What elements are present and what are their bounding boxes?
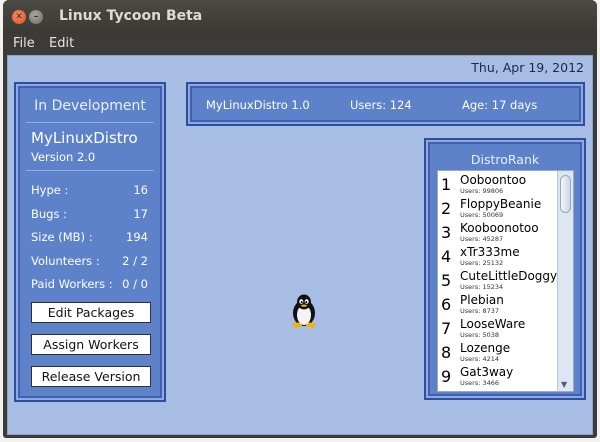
- list-item[interactable]: 2 FloppyBeanie Users: 50069: [438, 197, 556, 221]
- release-age: Age: 17 days: [462, 98, 538, 112]
- stat-value-volunteers: 2 / 2: [122, 254, 148, 268]
- development-heading: In Development: [34, 98, 146, 114]
- current-date: Thu, Apr 19, 2012: [471, 60, 584, 75]
- rank-number: 9: [441, 367, 452, 386]
- rank-users: Users: 3466: [460, 379, 499, 387]
- distro-rank-title: DistroRank: [470, 152, 540, 167]
- distro-rank-panel: DistroRank 1 Ooboontoo Users: 99806 2 Fl…: [424, 138, 586, 400]
- rank-number: 5: [441, 271, 452, 290]
- rank-distro-name: FloppyBeanie: [460, 197, 542, 211]
- stat-value-size: 194: [126, 230, 148, 244]
- divider: [26, 170, 154, 171]
- rank-number: 2: [441, 199, 452, 218]
- stat-value-paid-workers: 0 / 0: [122, 277, 148, 291]
- scroll-down-icon[interactable]: ▼: [561, 380, 567, 389]
- rank-users: Users: 5038: [460, 331, 499, 339]
- released-version: MyLinuxDistro 1.0: [206, 98, 310, 112]
- app-window: ✕ – Linux Tycoon Beta File Edit Thu, Apr…: [3, 0, 597, 438]
- release-status-panel: MyLinuxDistro 1.0 Users: 124 Age: 17 day…: [186, 82, 585, 126]
- stat-label-bugs: Bugs :: [31, 207, 67, 221]
- list-item[interactable]: 5 CuteLittleDoggy Users: 15234: [438, 269, 558, 293]
- list-item[interactable]: 6 Plebian Users: 8737: [438, 293, 556, 317]
- rank-users: Users: 99806: [460, 187, 504, 195]
- rank-distro-name: CuteLittleDoggy: [460, 269, 558, 283]
- list-item[interactable]: 8 Lozenge Users: 4214: [438, 341, 556, 365]
- rank-users: Users: 45287: [460, 235, 504, 243]
- release-version-button[interactable]: Release Version: [31, 366, 151, 387]
- rank-number: 6: [441, 295, 452, 314]
- rank-users: Users: 50069: [460, 211, 504, 219]
- assign-workers-button[interactable]: Assign Workers: [31, 334, 151, 355]
- rank-list-scrollbar[interactable]: ▼: [557, 171, 573, 391]
- menu-edit[interactable]: Edit: [49, 36, 74, 51]
- rank-users: Users: 25132: [460, 259, 504, 267]
- title-bar[interactable]: ✕ – Linux Tycoon Beta: [3, 0, 597, 33]
- list-item[interactable]: 3 Kooboonotoo Users: 45287: [438, 221, 556, 245]
- development-panel: In Development MyLinuxDistro Version 2.0…: [14, 82, 166, 402]
- list-item[interactable]: 7 LooseWare Users: 5038: [438, 317, 556, 341]
- stat-label-size: Size (MB) :: [31, 230, 93, 244]
- rank-number: 3: [441, 223, 452, 242]
- rank-distro-name: Ooboontoo: [460, 173, 527, 187]
- user-count: Users: 124: [350, 98, 412, 112]
- rank-distro-name: Gat3way: [460, 365, 514, 379]
- minimize-icon[interactable]: –: [29, 10, 43, 24]
- list-item[interactable]: 9 Gat3way Users: 3466: [438, 365, 556, 389]
- stat-value-hype: 16: [133, 183, 148, 197]
- rank-distro-name: LooseWare: [460, 317, 526, 331]
- rank-distro-name: Kooboonotoo: [460, 221, 539, 235]
- rank-distro-name: Lozenge: [460, 341, 511, 355]
- stat-value-bugs: 17: [133, 207, 148, 221]
- divider: [26, 122, 154, 123]
- list-item[interactable]: 4 xTr333me Users: 25132: [438, 245, 556, 269]
- distro-rank-list[interactable]: 1 Ooboontoo Users: 99806 2 FloppyBeanie …: [437, 170, 574, 392]
- stat-label-paid-workers: Paid Workers :: [31, 277, 113, 291]
- rank-distro-name: xTr333me: [460, 245, 520, 259]
- rank-users: Users: 4214: [460, 355, 499, 363]
- menu-bar: File Edit: [3, 33, 597, 55]
- rank-number: 4: [441, 247, 452, 266]
- close-icon[interactable]: ✕: [12, 10, 26, 24]
- distro-name: MyLinuxDistro: [31, 129, 138, 147]
- rank-distro-name: Plebian: [460, 293, 504, 307]
- rank-number: 7: [441, 319, 452, 338]
- game-area: Thu, Apr 19, 2012 In Development MyLinux…: [7, 55, 593, 435]
- edit-packages-button[interactable]: Edit Packages: [31, 302, 151, 323]
- stat-label-hype: Hype :: [31, 183, 69, 197]
- rank-number: 8: [441, 343, 452, 362]
- list-item[interactable]: 1 Ooboontoo Users: 99806: [438, 173, 556, 197]
- distro-version: Version 2.0: [31, 150, 96, 164]
- menu-file[interactable]: File: [13, 36, 35, 51]
- rank-users: Users: 8737: [460, 307, 499, 315]
- window-title: Linux Tycoon Beta: [59, 8, 203, 24]
- penguin-icon: [292, 294, 316, 328]
- rank-number: 1: [441, 175, 452, 194]
- scrollbar-thumb[interactable]: [560, 175, 571, 213]
- stat-label-volunteers: Volunteers :: [31, 254, 100, 268]
- rank-users: Users: 15234: [460, 283, 504, 291]
